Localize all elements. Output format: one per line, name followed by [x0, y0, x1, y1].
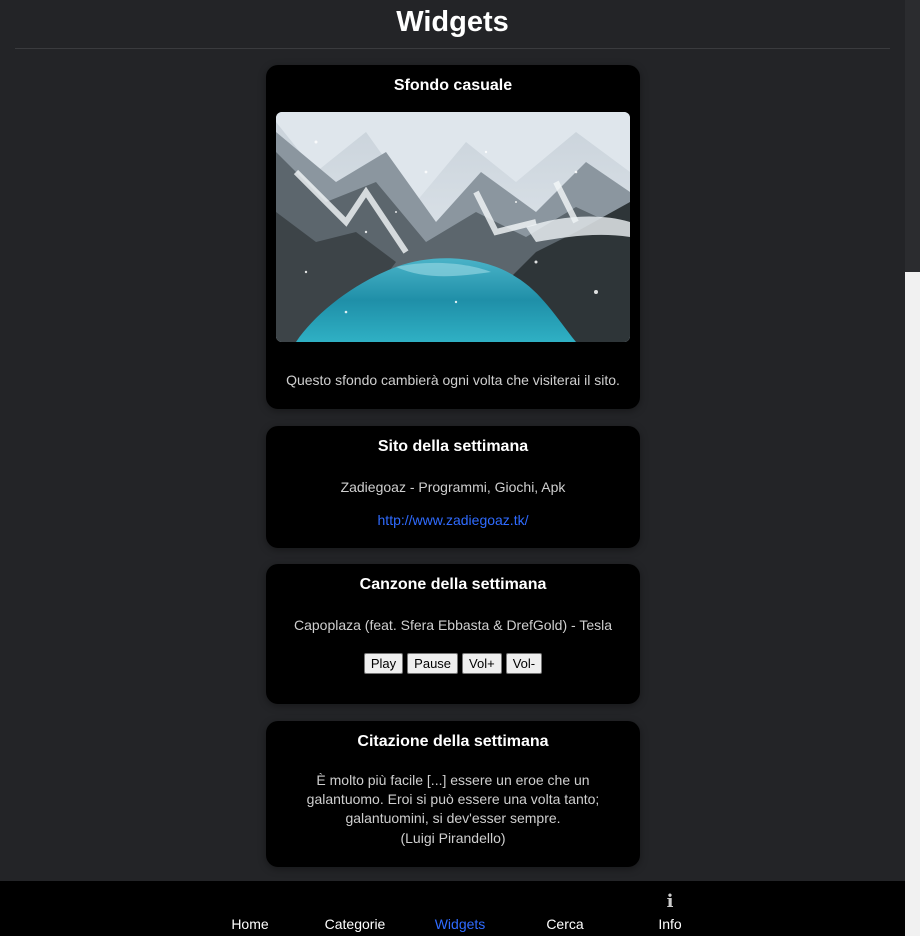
site-link[interactable]: http://www.zadiegoaz.tk/ — [378, 512, 529, 528]
song-widget: Canzone della settimana Capoplaza (feat.… — [266, 564, 640, 704]
nav-item-cerca[interactable]: Cerca — [525, 916, 605, 932]
info-icon[interactable]: i — [660, 891, 680, 912]
background-widget-caption: Questo sfondo cambierà ogni volta che vi… — [286, 372, 620, 388]
site-widget: Sito della settimana Zadiegoaz - Program… — [266, 426, 640, 548]
scrollbar[interactable] — [905, 0, 920, 936]
player-controls: Play Pause Vol+ Vol- — [266, 653, 640, 674]
page: Widgets Sfondo casuale Questo sfondo cam… — [0, 0, 905, 936]
quote-widget: Citazione della settimana È molto più fa… — [266, 721, 640, 867]
background-widget-title: Sfondo casuale — [393, 77, 513, 94]
nav-item-widgets[interactable]: Widgets — [420, 916, 500, 932]
nav-item-categorie[interactable]: Categorie — [315, 916, 395, 932]
nav-item-home[interactable]: Home — [210, 916, 290, 932]
title-divider — [15, 48, 890, 49]
pause-button[interactable]: Pause — [407, 653, 459, 674]
volume-up-button[interactable]: Vol+ — [462, 653, 502, 674]
page-title: Widgets — [396, 6, 509, 38]
song-name: Capoplaza (feat. Sfera Ebbasta & DrefGol… — [293, 617, 612, 633]
quote-author: (Luigi Pirandello) — [400, 830, 506, 846]
bottom-nav: Home Categorie Widgets Cerca i Info — [0, 881, 905, 936]
site-name: Zadiegoaz - Programmi, Giochi, Apk — [340, 479, 566, 495]
site-widget-title: Sito della settimana — [377, 438, 529, 455]
play-button[interactable]: Play — [363, 653, 404, 674]
song-widget-title: Canzone della settimana — [359, 576, 547, 593]
volume-down-button[interactable]: Vol- — [505, 653, 543, 674]
nav-item-info[interactable]: Info — [630, 916, 710, 932]
quote-widget-title: Citazione della settimana — [357, 733, 549, 750]
quote-text: È molto più facile [...] essere un eroe … — [306, 772, 600, 826]
background-widget: Sfondo casuale Questo sfondo cambierà og… — [266, 65, 640, 409]
wallpaper-image — [276, 112, 630, 342]
scrollbar-thumb[interactable] — [905, 0, 920, 272]
